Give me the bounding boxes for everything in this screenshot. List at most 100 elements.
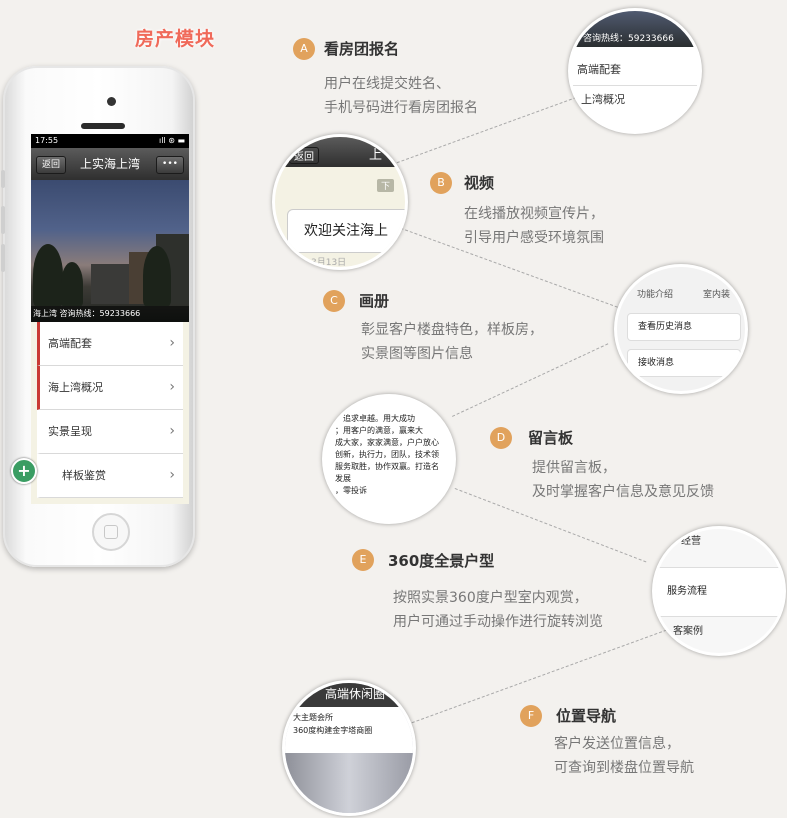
zoom-circle-signup: 咨询热线：59233666 高端配套 上湾概况 bbox=[568, 8, 702, 134]
floating-plus-button[interactable]: + bbox=[11, 458, 37, 484]
building-shape bbox=[91, 264, 131, 304]
zoom-menu-item: 上湾概况 bbox=[581, 93, 625, 106]
zoom-back-button: 返回 bbox=[289, 147, 319, 164]
zoom-tab: 室内装 bbox=[703, 290, 731, 300]
status-time: 17:55 bbox=[35, 136, 59, 145]
zoom-tab: 功能介绍 bbox=[637, 290, 674, 300]
zoom-map-image bbox=[285, 753, 413, 813]
feature-desc: 彰显客户楼盘特色，样板房， 实景图等图片信息 bbox=[361, 318, 543, 366]
zoom-text-line: ；用客户的满意，赢来大 bbox=[335, 426, 423, 435]
zoom-circle-360: 经营 服务流程 客案例 bbox=[652, 526, 786, 656]
zoom-menu-item: 经营 bbox=[655, 529, 783, 568]
feature-desc-line: 引导用户感受环境氛围 bbox=[464, 230, 604, 246]
feature-badge: C bbox=[323, 290, 345, 312]
feature-desc-line: 手机号码进行看房团报名 bbox=[324, 100, 478, 116]
chevron-right-icon: › bbox=[169, 423, 175, 439]
feature-badge: F bbox=[520, 705, 542, 727]
status-bar: 17:55 ıll ⊛ ▬ bbox=[31, 134, 189, 148]
menu-item-label: 高端配套 bbox=[48, 337, 92, 350]
earpiece-speaker bbox=[81, 123, 125, 129]
menu-item-photos[interactable]: 实景呈现 › bbox=[37, 410, 183, 454]
zoom-menu-item: 客案例 bbox=[673, 626, 703, 637]
menu-item-amenities[interactable]: 高端配套 › bbox=[37, 322, 183, 366]
feature-desc-line: 彰显客户楼盘特色，样板房， bbox=[361, 322, 543, 338]
zoom-circle-video: 返回 上 下 欢迎关注海上 3月13日 bbox=[272, 134, 408, 270]
zoom-text-line: ，零投诉 bbox=[335, 486, 367, 495]
feature-title: 位置导航 bbox=[556, 707, 617, 725]
menu-item-showroom[interactable]: 样板鉴赏 › bbox=[37, 454, 183, 498]
feature-badge: D bbox=[490, 427, 512, 449]
feature-desc: 按照实景360度户型室内观赏， 用户可通过手动操作进行旋转浏览 bbox=[393, 586, 603, 634]
zoom-text-line: ，追求卓越。用大成功 bbox=[335, 414, 415, 423]
banner-caption: 海上湾 咨询热线：59233666 bbox=[31, 306, 189, 322]
zoom-menu-item: 高端配套 bbox=[571, 47, 699, 86]
feature-badge: A bbox=[293, 38, 315, 60]
zoom-info-box: 大主题会所 360度构建金字塔商圈 bbox=[285, 707, 413, 753]
front-camera bbox=[107, 97, 116, 106]
chevron-right-icon: › bbox=[169, 379, 175, 395]
feature-desc: 提供留言板， 及时掌握客户信息及意见反馈 bbox=[532, 456, 714, 504]
zoom-navbar: 返回 上 bbox=[275, 137, 405, 167]
feature-desc-line: 实景图等图片信息 bbox=[361, 346, 473, 362]
nav-bar: 上实海上湾 返回 ••• bbox=[31, 148, 189, 180]
zoom-text-block: ，追求卓越。用大成功 ；用客户的满意，赢来大 成大家，家家满意，户户放心 创新，… bbox=[335, 413, 453, 497]
zoom-welcome-message: 欢迎关注海上 bbox=[287, 209, 405, 253]
zoom-title: 上 bbox=[369, 148, 383, 163]
home-button[interactable] bbox=[92, 513, 130, 551]
menu-item-label: 实景呈现 bbox=[48, 425, 92, 438]
volume-up-button bbox=[1, 206, 5, 234]
feature-desc-line: 用户在线提交姓名、 bbox=[324, 76, 450, 92]
zoom-info-line: 360度构建金字塔商圈 bbox=[293, 726, 373, 735]
feature-title: 360度全景户型 bbox=[388, 552, 495, 570]
zoom-receive-button: 接收消息 bbox=[627, 349, 741, 377]
zoom-history-button: 查看历史消息 bbox=[627, 313, 741, 341]
status-icons: ıll ⊛ ▬ bbox=[158, 136, 185, 145]
feature-desc-line: 可查询到楼盘位置导航 bbox=[554, 760, 694, 776]
feature-title: 留言板 bbox=[528, 429, 574, 447]
menu-item-label: 样板鉴赏 bbox=[62, 469, 106, 482]
zoom-date: 3月13日 bbox=[311, 258, 347, 268]
phone-screen: 17:55 ıll ⊛ ▬ 上实海上湾 返回 ••• 海上湾 咨询热线：5923… bbox=[31, 134, 189, 504]
back-button[interactable]: 返回 bbox=[36, 156, 67, 174]
feature-desc: 客户发送位置信息， 可查询到楼盘位置导航 bbox=[554, 732, 694, 780]
feature-desc-line: 用户可通过手动操作进行旋转浏览 bbox=[393, 614, 603, 630]
zoom-header: 高端休闲圈 bbox=[285, 683, 413, 707]
zoom-text-line: 创新，执行力，团队，技术领 bbox=[335, 450, 439, 459]
feature-desc-line: 提供留言板， bbox=[532, 460, 616, 476]
feature-desc-line: 及时掌握客户信息及意见反馈 bbox=[532, 484, 714, 500]
feature-badge: B bbox=[430, 172, 452, 194]
zoom-menu-item: 服务流程 bbox=[655, 568, 783, 617]
tree-shape bbox=[61, 262, 83, 306]
page-title: 房产模块 bbox=[135, 28, 216, 50]
menu-item-label: 海上湾概况 bbox=[48, 381, 103, 394]
zoom-circle-navigation: 高端休闲圈 大主题会所 360度构建金字塔商圈 bbox=[282, 680, 416, 816]
feature-desc-line: 按照实景360度户型室内观赏， bbox=[393, 590, 588, 606]
phone-mockup: 17:55 ıll ⊛ ▬ 上实海上湾 返回 ••• 海上湾 咨询热线：5923… bbox=[1, 66, 195, 567]
zoom-text-line: 发展 bbox=[335, 474, 351, 483]
zoom-small-button: 下 bbox=[377, 179, 395, 192]
feature-title: 视频 bbox=[464, 174, 495, 192]
zoom-circle-album: 功能介绍 室内装 查看历史消息 接收消息 bbox=[614, 264, 748, 394]
tree-shape bbox=[33, 244, 63, 306]
chevron-right-icon: › bbox=[169, 467, 175, 483]
volume-down-button bbox=[1, 244, 5, 272]
zoom-info-line: 大主题会所 bbox=[293, 713, 333, 722]
zoom-circle-message-board: ，追求卓越。用大成功 ；用客户的满意，赢来大 成大家，家家满意，户户放心 创新，… bbox=[322, 394, 456, 524]
feature-desc-line: 在线播放视频宣传片， bbox=[464, 206, 604, 222]
banner-image: 海上湾 咨询热线：59233666 bbox=[31, 180, 189, 322]
tree-shape bbox=[143, 246, 171, 306]
feature-badge: E bbox=[352, 549, 374, 571]
zoom-text-line: 服务取胜，协作双赢。打造名 bbox=[335, 462, 439, 471]
chevron-right-icon: › bbox=[169, 335, 175, 351]
zoom-tabs: 功能介绍 室内装 bbox=[617, 267, 745, 303]
zoom-hotline: 咨询热线：59233666 bbox=[571, 11, 699, 47]
more-menu-button[interactable]: ••• bbox=[156, 156, 184, 174]
menu-item-overview[interactable]: 海上湾概况 › bbox=[37, 366, 183, 410]
feature-desc: 在线播放视频宣传片， 引导用户感受环境氛围 bbox=[464, 202, 604, 250]
zoom-text-line: 成大家，家家满意，户户放心 bbox=[335, 438, 439, 447]
feature-title: 看房团报名 bbox=[324, 40, 400, 58]
feature-desc-line: 客户发送位置信息， bbox=[554, 736, 680, 752]
feature-title: 画册 bbox=[359, 292, 390, 310]
mute-switch bbox=[1, 170, 5, 188]
feature-desc: 用户在线提交姓名、 手机号码进行看房团报名 bbox=[324, 72, 478, 120]
